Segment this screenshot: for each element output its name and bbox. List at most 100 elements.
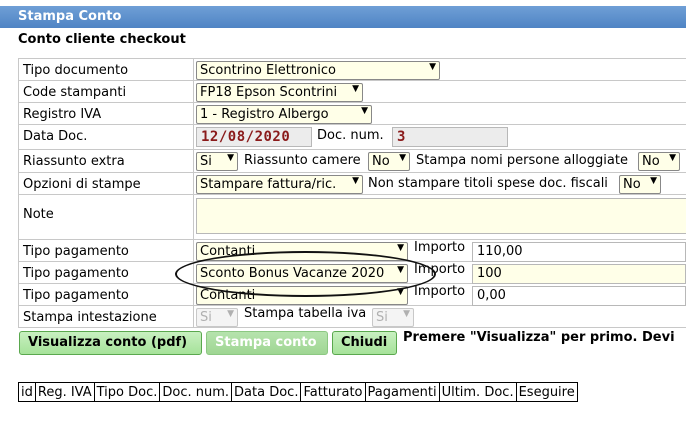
stampa-tabella-iva-value: Si <box>376 310 388 325</box>
chevron-down-icon: ▼ <box>227 153 234 163</box>
riassunto-extra-value: Si <box>200 154 212 169</box>
table-header-cell: Doc. num. <box>159 382 233 402</box>
importo-label: Importo <box>414 262 466 277</box>
label-data-doc: Data Doc. <box>18 125 194 149</box>
label-code-stampanti: Code stampanti <box>18 81 194 102</box>
stampa-intestazione-value: Si <box>200 310 212 325</box>
riassunto-camere-value: No <box>372 154 390 169</box>
row-stampa-intestazione: Stampa intestazione Si ▼ Stampa tabella i… <box>18 306 686 328</box>
importo-label: Importo <box>414 284 466 299</box>
label-tipo-pagamento: Tipo pagamento <box>18 262 194 283</box>
stampa-nomi-label: Stampa nomi persone alloggiate <box>416 153 628 168</box>
table-header-cell: Tipo Doc. <box>93 382 161 402</box>
label-registro-iva: Registro IVA <box>18 103 194 124</box>
registro-iva-select[interactable]: 1 - Registro Albergo ▼ <box>196 105 372 124</box>
data-doc-input[interactable]: 12/08/2020 <box>196 127 312 147</box>
row-tipo-pagamento-2: Tipo pagamento Sconto Bonus Vacanze 2020… <box>18 262 686 284</box>
importo-input[interactable]: 100 <box>472 264 686 284</box>
visualizza-conto-button[interactable]: Visualizza conto (pdf) <box>19 331 202 355</box>
label-opzioni-stampe: Opzioni di stampe <box>18 173 194 194</box>
page-subtitle: Conto cliente checkout <box>18 32 186 47</box>
code-stampanti-value: FP18 Epson Scontrini <box>200 85 338 100</box>
label-riassunto-extra: Riassunto extra <box>18 150 194 172</box>
tipo-pagamento-select[interactable]: Contanti ▼ <box>196 242 408 261</box>
riassunto-camere-label: Riassunto camere <box>244 153 361 168</box>
code-stampanti-select[interactable]: FP18 Epson Scontrini ▼ <box>196 83 363 102</box>
table-header-cell: Eseguire <box>515 382 578 402</box>
cell-stampa-intestazione: Si ▼ Stampa tabella iva Si ▼ <box>194 306 686 327</box>
cell-tipo-documento: Scontrino Elettronico ▼ <box>194 59 686 80</box>
cell-data-doc: 12/08/2020 Doc. num. 3 <box>194 125 686 149</box>
cell-registro-iva: 1 - Registro Albergo ▼ <box>194 103 686 124</box>
row-registro-iva: Registro IVA 1 - Registro Albergo ▼ <box>18 103 686 125</box>
chevron-down-icon: ▼ <box>399 153 406 163</box>
chevron-down-icon: ▼ <box>227 309 234 319</box>
note-textarea[interactable] <box>196 198 686 234</box>
stampa-intestazione-select[interactable]: Si ▼ <box>196 308 238 327</box>
chevron-down-icon: ▼ <box>429 62 436 72</box>
window-titlebar: Stampa Conto <box>0 6 686 28</box>
row-note: Note <box>18 195 686 240</box>
chevron-down-icon: ▼ <box>361 106 368 116</box>
row-code-stampanti: Code stampanti FP18 Epson Scontrini ▼ <box>18 81 686 103</box>
chevron-down-icon: ▼ <box>397 265 404 275</box>
stampa-nomi-select[interactable]: No ▼ <box>638 152 680 171</box>
label-tipo-pagamento: Tipo pagamento <box>18 240 194 261</box>
tipo-documento-value: Scontrino Elettronico <box>200 63 336 78</box>
label-tipo-documento: Tipo documento <box>18 59 194 80</box>
table-header-cell: id <box>18 382 36 402</box>
tipo-pagamento-value: Sconto Bonus Vacanze 2020 <box>200 266 385 281</box>
chevron-down-icon: ▼ <box>403 309 410 319</box>
stampa-nomi-value: No <box>642 154 660 169</box>
importo-input[interactable]: 110,00 <box>472 242 686 262</box>
chevron-down-icon: ▼ <box>352 84 359 94</box>
doc-num-input[interactable]: 3 <box>392 127 508 147</box>
chevron-down-icon: ▼ <box>669 153 676 163</box>
riassunto-extra-select[interactable]: Si ▼ <box>196 152 238 171</box>
chiudi-button[interactable]: Chiudi <box>332 331 397 355</box>
stampa-tabella-iva-select[interactable]: Si ▼ <box>372 308 414 327</box>
opzioni-stampe-select[interactable]: Stampare fattura/ric. ▼ <box>196 175 363 194</box>
row-opzioni-stampe: Opzioni di stampe Stampare fattura/ric. ▼… <box>18 173 686 195</box>
table-header-cell: Ultim. Doc. <box>438 382 517 402</box>
registro-iva-value: 1 - Registro Albergo <box>200 107 329 122</box>
tipo-pagamento-value: Contanti <box>200 244 256 259</box>
importo-label: Importo <box>414 240 466 255</box>
riassunto-camere-select[interactable]: No ▼ <box>368 152 410 171</box>
cell-code-stampanti: FP18 Epson Scontrini ▼ <box>194 81 686 102</box>
non-stampare-titoli-label: Non stampare titoli spese doc. fiscali <box>368 176 608 191</box>
documents-table: id Reg. IVA Tipo Doc. Doc. num. Data Doc… <box>18 382 578 402</box>
row-tipo-pagamento-3: Tipo pagamento Contanti ▼ Importo 0,00 <box>18 284 686 306</box>
tipo-documento-select[interactable]: Scontrino Elettronico ▼ <box>196 61 440 80</box>
tipo-pagamento-select[interactable]: Contanti ▼ <box>196 286 408 305</box>
chevron-down-icon: ▼ <box>397 287 404 297</box>
hint-text: Premere "Visualizza" per primo. Devi <box>403 330 675 345</box>
table-header-cell: Pagamenti <box>364 382 440 402</box>
chevron-down-icon: ▼ <box>397 243 404 253</box>
non-stampare-titoli-value: No <box>623 177 641 192</box>
row-tipo-pagamento-1: Tipo pagamento Contanti ▼ Importo 110,00 <box>18 240 686 262</box>
cell-riassunto-extra: Si ▼ Riassunto camere No ▼ Stampa nomi per… <box>194 150 686 172</box>
non-stampare-titoli-select[interactable]: No ▼ <box>619 175 661 194</box>
row-data-doc: Data Doc. 12/08/2020 Doc. num. 3 <box>18 125 686 150</box>
stampa-conto-button[interactable]: Stampa conto <box>206 331 328 355</box>
opzioni-stampe-value: Stampare fattura/ric. <box>200 177 337 192</box>
tipo-pagamento-value: Contanti <box>200 288 256 303</box>
window-title: Stampa Conto <box>18 9 122 24</box>
label-tipo-pagamento: Tipo pagamento <box>18 284 194 305</box>
tipo-pagamento-select[interactable]: Sconto Bonus Vacanze 2020 ▼ <box>196 264 408 283</box>
table-header-cell: Data Doc. <box>231 382 302 402</box>
cell-pagamento-2: Sconto Bonus Vacanze 2020 ▼ Importo 100 <box>194 262 686 284</box>
chevron-down-icon: ▼ <box>352 176 359 186</box>
row-riassunto-extra: Riassunto extra Si ▼ Riassunto camere No ▼… <box>18 150 686 173</box>
importo-input[interactable]: 0,00 <box>472 286 686 306</box>
table-header-row: id Reg. IVA Tipo Doc. Doc. num. Data Doc… <box>18 382 578 402</box>
table-header-cell: Reg. IVA <box>34 382 95 402</box>
cell-pagamento-3: Contanti ▼ Importo 0,00 <box>194 284 686 306</box>
cell-pagamento-1: Contanti ▼ Importo 110,00 <box>194 240 686 262</box>
row-tipo-documento: Tipo documento Scontrino Elettronico ▼ <box>18 58 686 81</box>
cell-opzioni-stampe: Stampare fattura/ric. ▼ Non stampare tito… <box>194 173 686 194</box>
stampa-tabella-iva-label: Stampa tabella iva <box>244 306 367 321</box>
label-note: Note <box>18 195 194 239</box>
table-header-cell: Fatturato <box>300 382 366 402</box>
